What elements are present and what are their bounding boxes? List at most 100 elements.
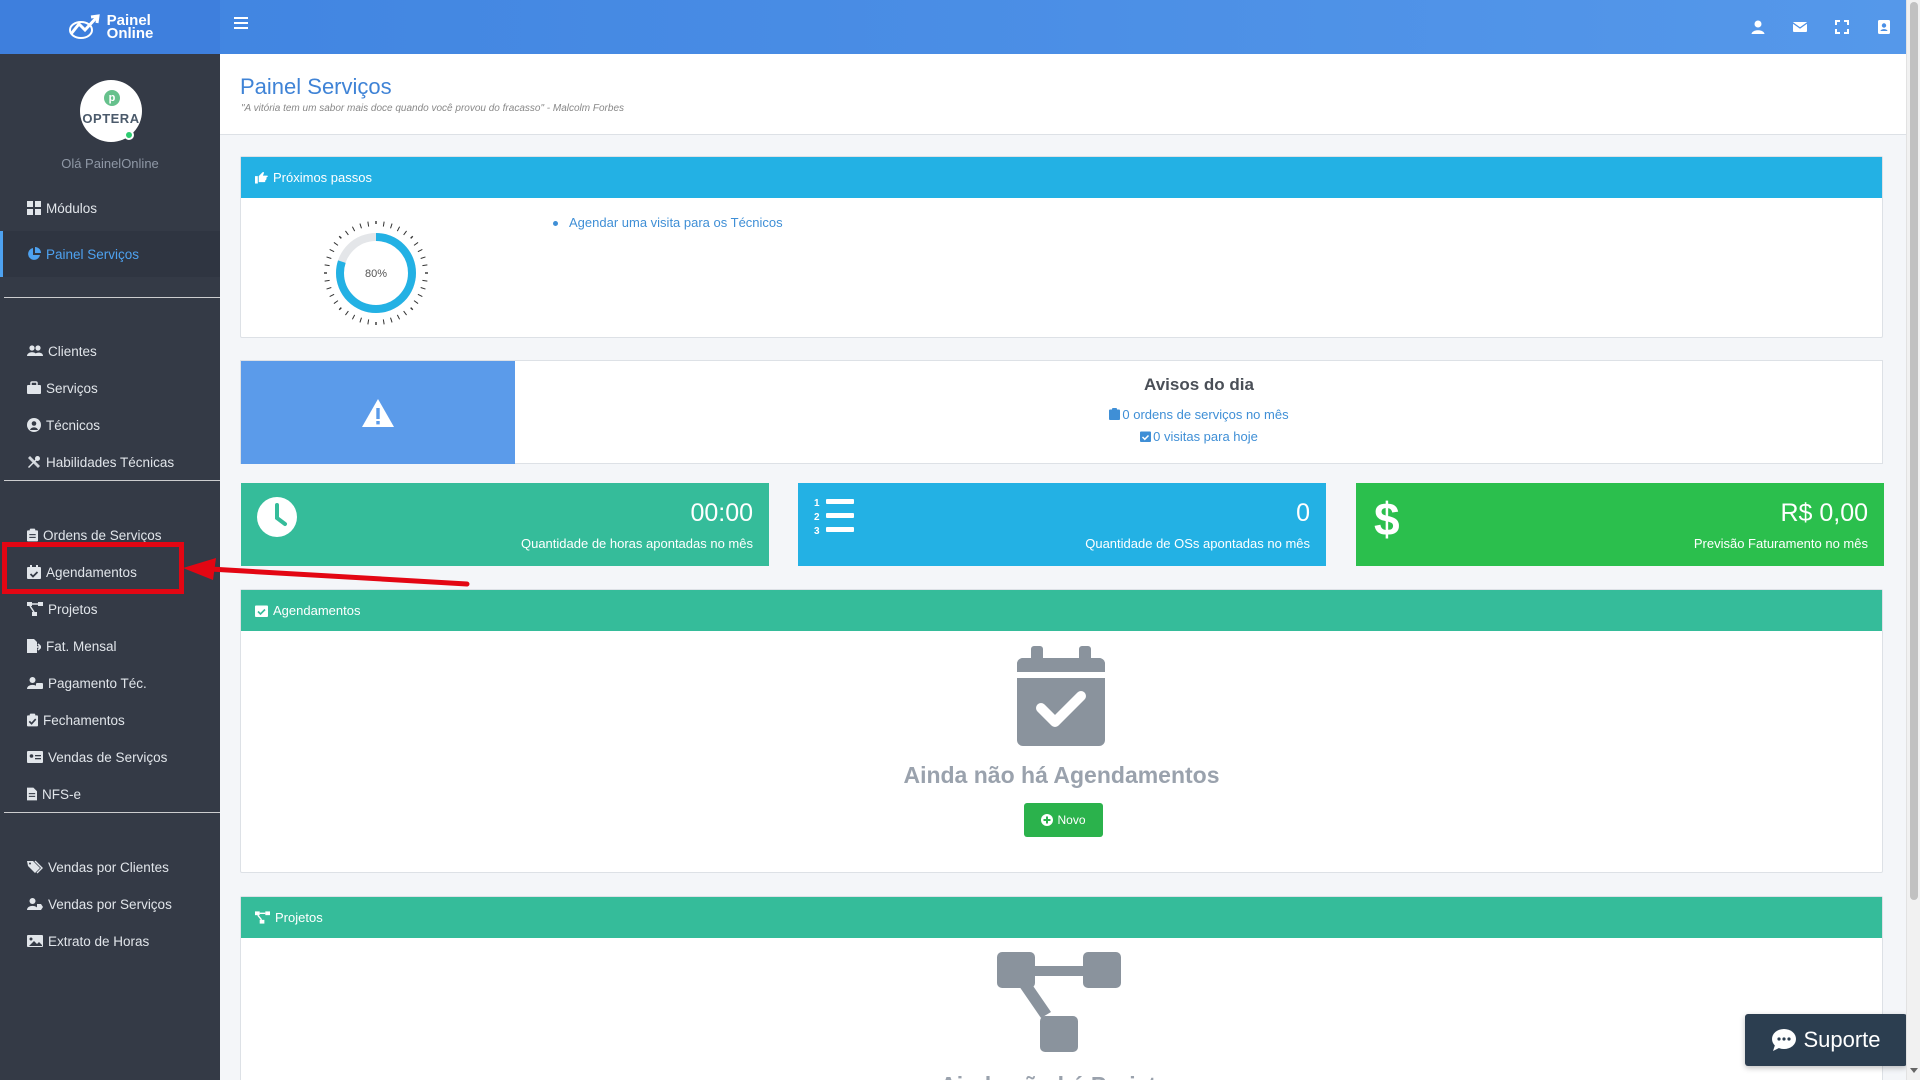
- next-steps-list: Agendar uma visita para os Técnicos: [553, 215, 783, 230]
- sidebar-item-label: Clientes: [48, 343, 97, 359]
- sidebar-item-fechamentos[interactable]: Fechamentos: [0, 702, 220, 738]
- gauge-tick: [382, 319, 385, 325]
- projects-header: Projetos: [241, 897, 1882, 938]
- gauge-tick: [324, 279, 330, 282]
- gauge-tick: [324, 264, 330, 267]
- sidebar-item-label: Ordens de Serviços: [43, 527, 162, 543]
- sidebar-item-servicos[interactable]: Serviços: [0, 370, 220, 406]
- sidebar-item-projetos[interactable]: Projetos: [0, 591, 220, 627]
- ordered-list-icon: 1 2 3: [814, 498, 854, 537]
- sidebar-item-vendas-de-servicos[interactable]: Vendas de Serviços: [0, 739, 220, 775]
- gauge-tick: [417, 293, 423, 298]
- sidebar-item-agendamentos[interactable]: Agendamentos: [0, 554, 220, 590]
- sidebar-item-label: Fechamentos: [43, 712, 125, 728]
- visits-today-text: 0 visitas para hoje: [1153, 429, 1258, 444]
- brand-logo[interactable]: Painel Online: [0, 0, 220, 54]
- gauge-tick: [422, 279, 428, 282]
- calendar-check-icon: [27, 565, 41, 579]
- progress-gauge: 80%: [324, 221, 428, 325]
- page-header: Painel Serviços "A vitória tem um sabor …: [220, 54, 1906, 135]
- page-title: Painel Serviços: [240, 74, 392, 99]
- fullscreen-icon[interactable]: [1834, 19, 1850, 35]
- sidebar-divider: [4, 812, 220, 813]
- sidebar-item-label: Extrato de Horas: [48, 933, 150, 949]
- gauge-tick: [403, 230, 407, 236]
- gauge-tick: [367, 319, 370, 325]
- sidebar-item-vendas-por-clientes[interactable]: Vendas por Clientes: [0, 849, 220, 885]
- sidebar-item-clientes[interactable]: Clientes: [0, 333, 220, 369]
- gauge-tick: [351, 226, 356, 232]
- brand-name: Painel Online: [106, 13, 154, 42]
- gauge-tick: [396, 226, 401, 232]
- gauge-tick: [382, 221, 385, 227]
- scroll-down-icon[interactable]: [1910, 1068, 1918, 1073]
- sidebar-item-label: Habilidades Técnicas: [46, 454, 175, 470]
- brand-name-line2: Online: [106, 25, 154, 42]
- stat-orders[interactable]: 1 2 3 0 Quantidade de OSs apontadas no m…: [798, 483, 1326, 566]
- user-greeting: Olá PainelOnline: [61, 156, 159, 171]
- page-scrollbar[interactable]: [1906, 0, 1920, 1080]
- gauge-tick: [326, 287, 332, 290]
- notice-banner: [241, 361, 515, 464]
- user-icon[interactable]: [1750, 19, 1766, 35]
- gauge-tick: [351, 314, 356, 320]
- sidebar-item-nfse[interactable]: NFS-e: [0, 776, 220, 812]
- schedules-empty-text: Ainda não há Agendamentos: [903, 762, 1220, 788]
- notices-title: Avisos do dia: [1144, 375, 1254, 394]
- stat-hours[interactable]: 00:00 Quantidade de horas apontadas no m…: [241, 483, 769, 566]
- stat-billing[interactable]: $ R$ 0,00 Previsão Faturamento no mês: [1356, 483, 1884, 566]
- logo-mark-icon: [68, 14, 100, 39]
- orders-month-link[interactable]: 0 ordens de serviços no mês: [515, 407, 1883, 422]
- gauge-tick: [338, 235, 342, 239]
- stat-orders-label: Quantidade de OSs apontadas no mês: [1085, 536, 1310, 551]
- schedules-header: Agendamentos: [241, 590, 1882, 631]
- gauge-label: 80%: [365, 268, 387, 280]
- dollar-icon: $: [1374, 495, 1400, 539]
- gauge-tick: [329, 293, 335, 298]
- project-diagram-icon: [997, 952, 1121, 1052]
- users-icon: [27, 345, 43, 356]
- sidebar-item-fat-mensal[interactable]: Fat. Mensal: [0, 628, 220, 664]
- list-item[interactable]: Agendar uma visita para os Técnicos: [553, 215, 783, 230]
- sidebar-item-modulos[interactable]: Módulos: [0, 190, 220, 226]
- user-money-icon: [27, 677, 43, 689]
- calendar-check-icon: [1017, 646, 1105, 746]
- contact-card-icon[interactable]: [1876, 19, 1892, 35]
- new-schedule-button[interactable]: Novo: [1024, 803, 1103, 837]
- avatar-logo-icon: p: [104, 90, 120, 106]
- scrollbar-thumb[interactable]: [1910, 2, 1918, 900]
- sidebar-item-label: Módulos: [46, 200, 98, 216]
- gauge-tick: [359, 223, 362, 229]
- menu-toggle-icon[interactable]: [234, 17, 248, 29]
- support-button[interactable]: Suporte: [1745, 1014, 1907, 1066]
- clipboard-icon: [27, 528, 38, 542]
- sidebar-item-tecnicos[interactable]: Técnicos: [0, 407, 220, 443]
- sidebar-item-label: Painel Serviços: [46, 246, 140, 262]
- projects-title: Projetos: [275, 910, 323, 925]
- sidebar-item-habilidades-tecnicas[interactable]: Habilidades Técnicas: [0, 444, 220, 480]
- sidebar-item-extrato-de-horas[interactable]: Extrato de Horas: [0, 923, 220, 959]
- clipboard-icon: [1109, 408, 1121, 420]
- sidebar: p OPTERA Olá PainelOnline Módulos Painel…: [0, 54, 220, 1080]
- sidebar-item-label: Vendas por Clientes: [48, 859, 169, 875]
- support-label: Suporte: [1803, 1027, 1881, 1052]
- gauge-tick: [413, 300, 419, 304]
- sidebar-item-vendas-por-servicos[interactable]: Vendas por Serviços: [0, 886, 220, 922]
- svg-text:3: 3: [814, 526, 820, 537]
- sidebar-item-label: Vendas por Serviços: [48, 896, 172, 912]
- envelope-icon[interactable]: [1792, 19, 1808, 35]
- briefcase-icon: [27, 381, 41, 394]
- sidebar-item-ordens-de-servicos[interactable]: Ordens de Serviços: [0, 517, 220, 553]
- warning-icon: [362, 398, 394, 427]
- gauge-tick: [367, 221, 370, 227]
- visits-today-link[interactable]: 0 visitas para hoje: [515, 429, 1883, 444]
- next-steps-card: Próximos passos 80% Agendar uma visita p…: [240, 156, 1883, 338]
- sidebar-item-painel-servicos[interactable]: Painel Serviços: [0, 231, 220, 277]
- schedules-title: Agendamentos: [273, 603, 361, 618]
- projects-empty-text: Ainda não há Projetos: [241, 1072, 1882, 1080]
- main-content: Painel Serviços "A vitória tem um sabor …: [220, 54, 1906, 1080]
- id-card-icon: [27, 751, 43, 763]
- daily-notices-card: Avisos do dia 0 ordens de serviços no mê…: [240, 360, 1883, 464]
- sidebar-item-pagamento-tec[interactable]: Pagamento Téc.: [0, 665, 220, 701]
- gauge-tick: [422, 264, 428, 267]
